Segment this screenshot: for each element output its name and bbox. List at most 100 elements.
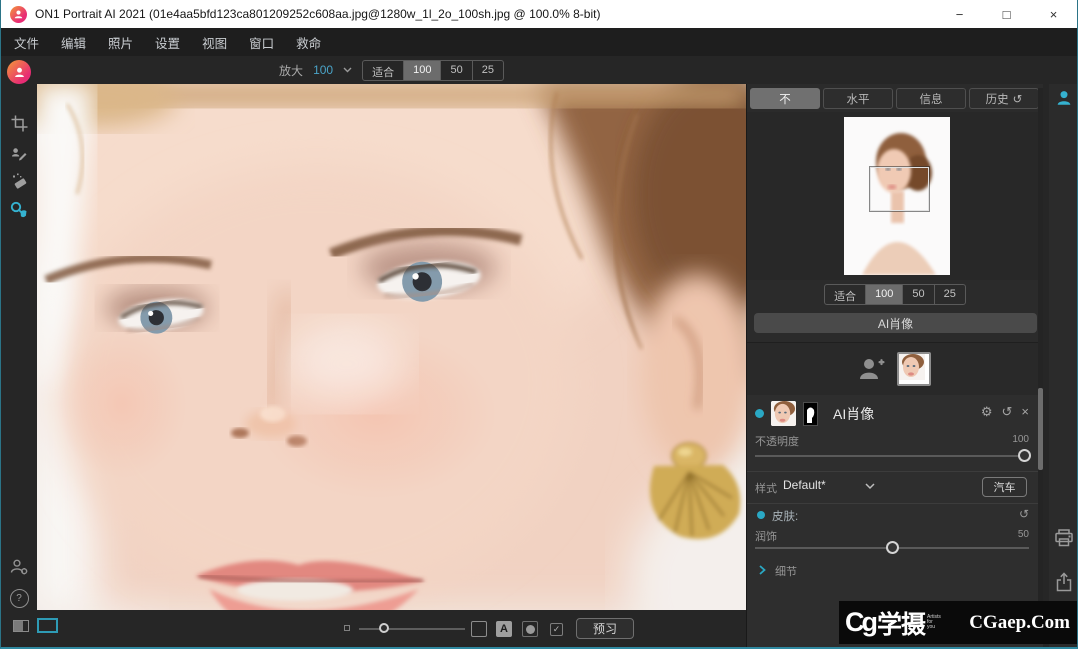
left-tool-rail: ? xyxy=(1,56,37,649)
zoom-preset-25[interactable]: 25 xyxy=(472,61,503,80)
panel-enabled-dot[interactable] xyxy=(755,409,764,418)
opacity-value: 100 xyxy=(1012,434,1029,445)
show-mask-checkbox[interactable]: ✓ xyxy=(550,623,563,636)
skin-enabled-dot[interactable] xyxy=(757,511,765,519)
question-icon: ? xyxy=(16,593,22,604)
window-title: ON1 Portrait AI 2021 (01e4aa5bfd123ca801… xyxy=(35,7,600,21)
navigator-face-box[interactable] xyxy=(870,167,929,211)
retouch-slider[interactable] xyxy=(755,547,1029,549)
eraser-tool-button[interactable] xyxy=(8,170,30,192)
tab-none[interactable]: 不 xyxy=(750,88,820,109)
nav-zoom-25[interactable]: 25 xyxy=(934,285,965,304)
brush-size-small-icon xyxy=(344,625,350,631)
details-section-label: 细节 xyxy=(775,563,797,579)
compare-a-button[interactable]: A xyxy=(496,621,512,637)
zoom-toolbar: 放大 100 适合 100 50 25 xyxy=(37,56,746,84)
menu-item-photo[interactable]: 照片 xyxy=(105,31,136,54)
canvas-photo[interactable] xyxy=(37,84,746,610)
tab-history[interactable]: 历史 ↺ xyxy=(969,88,1039,109)
account-settings-icon[interactable] xyxy=(8,556,30,578)
compare-view-icon[interactable] xyxy=(13,620,29,632)
ai-portrait-button[interactable]: AI肖像 xyxy=(754,313,1037,333)
opacity-slider[interactable] xyxy=(755,455,1029,457)
zoom-preset-fit[interactable]: 适合 xyxy=(363,61,403,80)
zoom-value-dropdown[interactable]: 100 xyxy=(313,63,333,77)
auto-button[interactable]: 汽车 xyxy=(982,477,1027,497)
maximize-button[interactable]: □ xyxy=(983,0,1030,28)
portrait-tool-button[interactable] xyxy=(7,60,31,84)
opacity-label: 不透明度 xyxy=(755,433,799,449)
preview-button[interactable]: 预习 xyxy=(576,618,634,639)
panel-header-icons: ⚙ ↺ × xyxy=(981,404,1029,420)
gear-icon[interactable]: ⚙ xyxy=(981,404,993,420)
app-logo-icon xyxy=(10,6,27,23)
portrait-panel-icon[interactable] xyxy=(1054,88,1074,108)
export-share-icon[interactable] xyxy=(1054,572,1074,592)
panel-scrollbar[interactable] xyxy=(1038,88,1043,644)
undo-icon: ↺ xyxy=(1013,92,1023,106)
app-window: ON1 Portrait AI 2021 (01e4aa5bfd123ca801… xyxy=(0,0,1078,649)
panel-scrollbar-thumb[interactable] xyxy=(1038,388,1043,470)
nav-zoom-50[interactable]: 50 xyxy=(902,285,933,304)
add-face-icon[interactable] xyxy=(859,357,885,381)
print-icon[interactable] xyxy=(1054,528,1074,548)
watermark-logo-mark: Cg xyxy=(845,607,875,638)
mask-view-icon[interactable] xyxy=(522,621,538,637)
panel-tabs: 不 水平 信息 历史 ↺ xyxy=(750,88,1039,109)
original-view-icon[interactable] xyxy=(471,621,487,637)
menu-item-window[interactable]: 窗口 xyxy=(246,31,277,54)
opacity-slider-knob[interactable] xyxy=(1018,449,1031,462)
style-dropdown-value[interactable]: Default* xyxy=(783,478,826,492)
zoom-label: 放大 xyxy=(279,62,303,79)
panel-title: AI肖像 xyxy=(833,404,874,424)
portrait-photo xyxy=(37,84,746,610)
view-pan-tool-button[interactable] xyxy=(8,199,30,221)
zoom-preset-100[interactable]: 100 xyxy=(403,61,440,80)
tab-levels[interactable]: 水平 xyxy=(823,88,893,109)
zoom-preset-50[interactable]: 50 xyxy=(440,61,471,80)
navigator-zoom-group: 适合 100 50 25 xyxy=(824,284,966,305)
panel-mask-thumbnail[interactable] xyxy=(803,402,818,426)
help-button[interactable]: ? xyxy=(8,587,30,609)
preview-button-label: 预习 xyxy=(593,620,617,637)
faces-row xyxy=(747,342,1043,396)
tab-none-label: 不 xyxy=(779,91,791,107)
compare-a-label: A xyxy=(500,623,508,635)
style-label: 样式 xyxy=(755,480,777,496)
watermark-site: CGaep.Com xyxy=(969,612,1070,634)
detected-face-thumbnail[interactable] xyxy=(897,352,931,386)
navigator-thumbnail[interactable] xyxy=(844,117,950,275)
menu-item-settings[interactable]: 设置 xyxy=(152,31,183,54)
reset-undo-icon[interactable]: ↺ xyxy=(1002,404,1013,420)
watermark-tagline: Artists for you xyxy=(927,615,941,630)
ai-portrait-button-label: AI肖像 xyxy=(878,315,913,332)
right-panel: 不 水平 信息 历史 ↺ xyxy=(746,84,1043,649)
crop-tool-button[interactable] xyxy=(8,112,30,134)
panel-face-thumbnail[interactable] xyxy=(771,401,796,426)
menu-item-view[interactable]: 视图 xyxy=(199,31,230,54)
retouch-slider-knob[interactable] xyxy=(886,541,899,554)
tab-levels-label: 水平 xyxy=(847,91,870,107)
chevron-down-icon[interactable] xyxy=(343,67,352,73)
menu-item-edit[interactable]: 编辑 xyxy=(58,31,89,54)
panel-close-icon[interactable]: × xyxy=(1021,404,1029,420)
style-chevron-down-icon[interactable] xyxy=(865,483,875,490)
nav-zoom-fit[interactable]: 适合 xyxy=(825,285,865,304)
brush-size-slider-knob[interactable] xyxy=(379,623,389,633)
menu-item-help[interactable]: 救命 xyxy=(293,31,324,54)
skin-section-label: 皮肤: xyxy=(772,508,798,524)
close-button[interactable]: × xyxy=(1030,0,1077,28)
single-view-icon[interactable] xyxy=(37,618,58,633)
navigator xyxy=(747,112,1043,280)
minimize-button[interactable]: − xyxy=(936,0,983,28)
nav-zoom-100[interactable]: 100 xyxy=(865,285,902,304)
skin-undo-icon[interactable]: ↺ xyxy=(1019,507,1029,521)
details-chevron-right-icon[interactable] xyxy=(759,565,766,575)
menu-item-file[interactable]: 文件 xyxy=(11,31,42,54)
menubar: 文件 编辑 照片 设置 视图 窗口 救命 xyxy=(1,28,1077,56)
watermark-logo-text: 学摄 xyxy=(877,605,925,641)
brush-size-slider[interactable] xyxy=(359,628,465,630)
tab-info[interactable]: 信息 xyxy=(896,88,966,109)
retouch-tool-button[interactable] xyxy=(8,142,30,164)
auto-button-label: 汽车 xyxy=(994,479,1016,495)
